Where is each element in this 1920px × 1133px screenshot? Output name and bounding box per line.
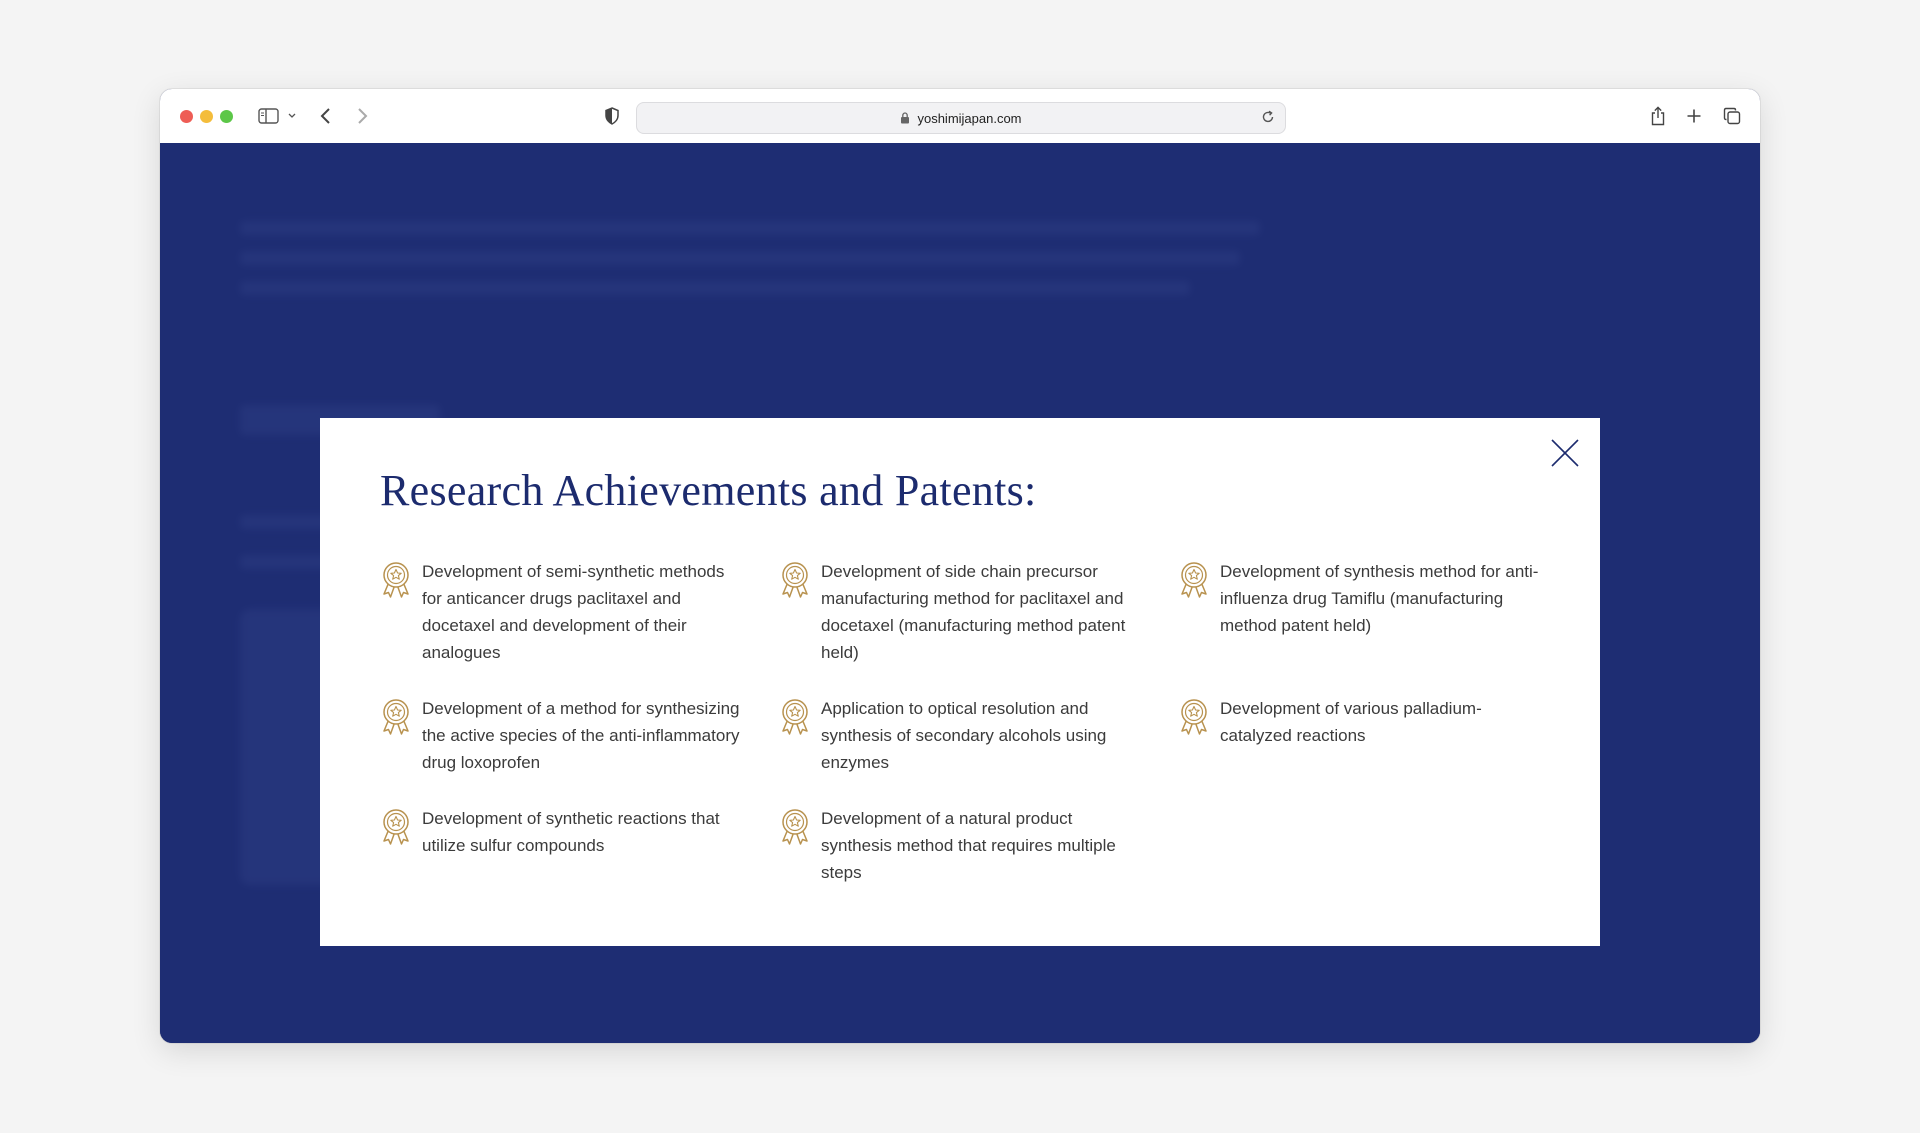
award-medal-icon (779, 697, 811, 737)
url-text: yoshimijapan.com (917, 110, 1022, 126)
achievements-list: Development of semi-synthetic methods fo… (380, 558, 1560, 886)
list-item: Development of semi-synthetic methods fo… (380, 558, 779, 666)
address-bar[interactable]: yoshimijapan.com (636, 102, 1286, 134)
reload-icon[interactable] (1261, 110, 1275, 127)
item-text: Development of various palladium-catalyz… (1220, 699, 1482, 745)
lock-icon (900, 112, 910, 124)
list-item: Development of a method for synthesizing… (380, 695, 779, 776)
page-content: Research Achievements and Patents: Devel… (160, 143, 1760, 1043)
list-item: Development of side chain precursor manu… (779, 558, 1178, 666)
award-medal-icon (779, 560, 811, 600)
item-text: Application to optical resolution and sy… (821, 699, 1107, 772)
list-item: Application to optical resolution and sy… (779, 695, 1178, 776)
close-icon[interactable] (1550, 438, 1580, 468)
item-text: Development of synthetic reactions that … (422, 809, 720, 855)
list-item: Development of various palladium-catalyz… (1178, 695, 1560, 776)
item-text: Development of side chain precursor manu… (821, 562, 1126, 662)
award-medal-icon (380, 807, 412, 847)
plus-icon[interactable] (1684, 102, 1704, 130)
modal-title: Research Achievements and Patents: (380, 466, 1037, 515)
share-icon[interactable] (1648, 102, 1668, 130)
item-text: Development of semi-synthetic methods fo… (422, 562, 725, 662)
award-medal-icon (1178, 697, 1210, 737)
minimize-window-button[interactable] (200, 110, 213, 123)
award-medal-icon (380, 560, 412, 600)
sidebar-icon[interactable] (256, 102, 300, 130)
zoom-window-button[interactable] (220, 110, 233, 123)
item-text: Development of a method for synthesizing… (422, 699, 740, 772)
item-text: Development of a natural product synthes… (821, 809, 1116, 882)
award-medal-icon (380, 697, 412, 737)
tabs-overview-icon[interactable] (1721, 102, 1743, 130)
close-window-button[interactable] (180, 110, 193, 123)
award-medal-icon (779, 807, 811, 847)
list-item: Development of synthesis method for anti… (1178, 558, 1560, 666)
list-item: Development of a natural product synthes… (779, 805, 1178, 886)
chevron-right-icon[interactable] (352, 102, 372, 130)
browser-window: yoshimijapan.com Research Achievements a… (160, 89, 1760, 1043)
achievements-modal: Research Achievements and Patents: Devel… (320, 418, 1600, 946)
award-medal-icon (1178, 560, 1210, 600)
shield-icon[interactable] (602, 102, 622, 130)
list-item: Development of synthetic reactions that … (380, 805, 779, 886)
item-text: Development of synthesis method for anti… (1220, 562, 1539, 635)
browser-toolbar: yoshimijapan.com (160, 89, 1760, 144)
chevron-left-icon[interactable] (316, 102, 336, 130)
